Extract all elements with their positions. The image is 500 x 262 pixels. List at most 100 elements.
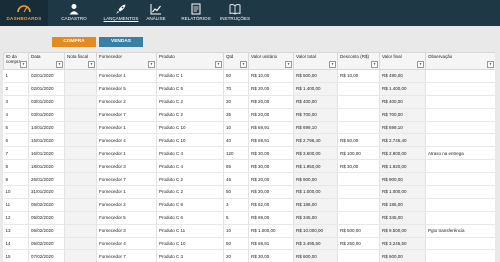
cell-final-value[interactable]: R$ 700,00 <box>379 108 426 122</box>
table-row[interactable]: 10 31/01/2020 Fornecedor 1 Produto C 2 50 R$ … <box>3 185 495 199</box>
cell-supplier[interactable]: Fornecedor 7 <box>96 249 157 262</box>
cell-supplier[interactable]: Fornecedor 1 <box>96 69 157 83</box>
nav-instrucoes[interactable]: INSTRUÇÕES <box>213 0 257 26</box>
cell-discount[interactable] <box>337 108 380 122</box>
cell-qty[interactable]: 120 <box>223 146 249 161</box>
filter-dropdown-icon[interactable]: ▾ <box>240 61 247 68</box>
cell-note[interactable] <box>425 95 495 109</box>
cell-discount[interactable] <box>337 95 380 109</box>
cell-total[interactable]: R$ 10.000,00 <box>293 224 338 238</box>
cell-invoice[interactable] <box>64 121 97 135</box>
cell-id[interactable]: 2 <box>3 82 29 96</box>
cell-invoice[interactable] <box>64 133 97 148</box>
cell-note[interactable]: Atraso na entrega <box>425 146 495 161</box>
cell-qty[interactable]: 50 <box>223 69 249 83</box>
cell-total[interactable]: R$ 3.600,00 <box>293 146 338 161</box>
cell-total[interactable]: R$ 2.796,40 <box>293 133 338 148</box>
cell-qty[interactable]: 5 <box>223 211 249 225</box>
cell-total[interactable]: R$ 345,00 <box>293 211 338 225</box>
table-row[interactable]: 2 02/01/2020 Fornecedor 5 Produto C 5 70 R$ 2… <box>3 82 495 96</box>
cell-qty[interactable]: 20 <box>223 249 249 262</box>
cell-qty[interactable]: 50 <box>223 237 249 251</box>
cell-product[interactable]: Produto C 2 <box>156 95 224 109</box>
cell-discount[interactable] <box>337 211 380 225</box>
vendas-button[interactable]: VENDAS <box>99 37 143 47</box>
column-header[interactable]: Observação ▾ <box>425 52 495 70</box>
cell-product[interactable]: Produto C 6 <box>156 211 224 225</box>
table-row[interactable]: 12 05/02/2020 Fornecedor 5 Produto C 6 5 R$ 6… <box>3 211 495 225</box>
cell-unit-price[interactable]: R$ 30,00 <box>248 159 294 174</box>
column-header[interactable]: ID da compra ▾ <box>3 52 29 70</box>
cell-date[interactable]: 05/02/2020 <box>28 211 65 225</box>
cell-id[interactable]: 11 <box>3 198 29 212</box>
cell-product[interactable]: Produto C 2 <box>156 108 224 122</box>
cell-id[interactable]: 12 <box>3 211 29 225</box>
cell-date[interactable]: 18/01/2020 <box>28 159 65 174</box>
cell-date[interactable]: 02/01/2020 <box>28 82 65 96</box>
cell-total[interactable]: R$ 700,00 <box>293 108 338 122</box>
filter-dropdown-icon[interactable]: ▾ <box>148 61 155 68</box>
cell-invoice[interactable] <box>64 95 97 109</box>
cell-final-value[interactable]: R$ 400,00 <box>379 95 426 109</box>
cell-total[interactable]: R$ 400,00 <box>293 95 338 109</box>
cell-total[interactable]: R$ 186,00 <box>293 198 338 212</box>
cell-discount[interactable]: R$ 30,00 <box>337 159 380 174</box>
column-header[interactable]: Desconto (R$) ▾ <box>337 52 380 70</box>
cell-qty[interactable]: 50 <box>223 185 249 199</box>
cell-total[interactable]: R$ 900,00 <box>293 172 338 187</box>
cell-supplier[interactable]: Fornecedor 1 <box>96 121 157 135</box>
cell-final-value[interactable]: R$ 900,00 <box>379 172 426 187</box>
cell-product[interactable]: Produto C 10 <box>156 237 224 251</box>
cell-id[interactable]: 6 <box>3 133 29 148</box>
cell-date[interactable]: 07/02/2020 <box>28 249 65 262</box>
table-row[interactable]: 13 05/02/2020 Fornecedor 3 Produto C 11 10 R$… <box>3 224 495 238</box>
filter-dropdown-icon[interactable]: ▾ <box>487 61 494 68</box>
filter-dropdown-icon[interactable]: ▾ <box>215 61 222 68</box>
cell-id[interactable]: 9 <box>3 172 29 187</box>
cell-discount[interactable] <box>337 185 380 199</box>
cell-unit-price[interactable]: R$ 20,00 <box>248 108 294 122</box>
cell-supplier[interactable]: Fornecedor 5 <box>96 211 157 225</box>
cell-discount[interactable]: R$ 500,00 <box>337 224 380 238</box>
cell-date[interactable]: 05/02/2020 <box>28 237 65 251</box>
column-header[interactable]: Fornecedor ▾ <box>96 52 157 70</box>
nav-analise[interactable]: ANÁLISE <box>134 0 178 26</box>
cell-product[interactable]: Produto C 1 <box>156 69 224 83</box>
cell-date[interactable]: 02/01/2020 <box>28 69 65 83</box>
cell-final-value[interactable]: R$ 1.000,00 <box>379 185 426 199</box>
cell-final-value[interactable]: R$ 2.746,40 <box>379 133 426 148</box>
table-row[interactable]: 1 02/01/2020 Fornecedor 1 Produto C 1 50 R$ 1… <box>3 69 495 83</box>
cell-id[interactable]: 7 <box>3 146 29 161</box>
cell-id[interactable]: 14 <box>3 237 29 251</box>
cell-supplier[interactable]: Fornecedor 7 <box>96 108 157 122</box>
column-header[interactable]: Valor final ▾ <box>379 52 426 70</box>
cell-qty[interactable]: 35 <box>223 108 249 122</box>
table-row[interactable]: 5 14/01/2020 Fornecedor 1 Produto C 10 10 R$ … <box>3 121 495 135</box>
cell-final-value[interactable]: R$ 186,00 <box>379 198 426 212</box>
cell-note[interactable] <box>425 108 495 122</box>
cell-note[interactable] <box>425 198 495 212</box>
cell-note[interactable] <box>425 69 495 83</box>
cell-supplier[interactable]: Fornecedor 4 <box>96 237 157 251</box>
cell-unit-price[interactable]: R$ 20,00 <box>248 82 294 96</box>
cell-supplier[interactable]: Fornecedor 4 <box>96 133 157 148</box>
cell-invoice[interactable] <box>64 108 97 122</box>
cell-qty[interactable]: 45 <box>223 172 249 187</box>
cell-discount[interactable]: R$ 50,00 <box>337 133 380 148</box>
cell-id[interactable]: 4 <box>3 108 29 122</box>
cell-note[interactable] <box>425 237 495 251</box>
cell-total[interactable]: R$ 699,10 <box>293 121 338 135</box>
filter-dropdown-icon[interactable]: ▾ <box>285 61 292 68</box>
cell-supplier[interactable]: Fornecedor 7 <box>96 172 157 187</box>
cell-qty[interactable]: 65 <box>223 159 249 174</box>
cell-note[interactable]: Pgto transferência <box>425 224 495 238</box>
cell-note[interactable] <box>425 82 495 96</box>
cell-final-value[interactable]: R$ 2.900,00 <box>379 146 426 161</box>
filter-dropdown-icon[interactable]: ▾ <box>88 61 95 68</box>
cell-note[interactable] <box>425 249 495 262</box>
table-row[interactable]: 8 18/01/2020 Fornecedor 3 Produto C 4 65 R$ 3… <box>3 159 495 174</box>
cell-date[interactable]: 05/02/2020 <box>28 198 65 212</box>
cell-invoice[interactable] <box>64 224 97 238</box>
cell-total[interactable]: R$ 1.400,00 <box>293 82 338 96</box>
table-row[interactable]: 14 05/02/2020 Fornecedor 4 Produto C 10 50 R$… <box>3 237 495 251</box>
